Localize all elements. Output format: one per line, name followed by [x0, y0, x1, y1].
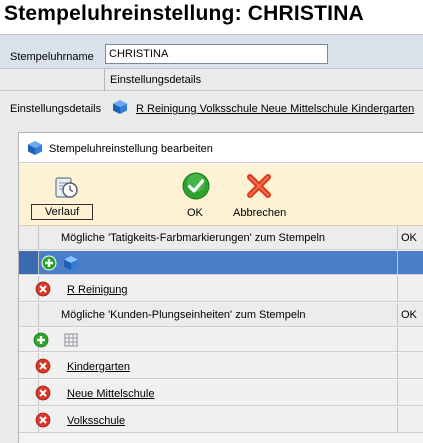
settings-header-label: Einstellungsdetails: [110, 74, 202, 86]
settings-label: Einstellungsdetails: [10, 103, 102, 115]
section-header: Mögliche 'Tatigkeits-Farbmarkierungen' z…: [61, 232, 326, 244]
ok-column-header: OK: [401, 309, 417, 321]
delete-icon[interactable]: [35, 385, 51, 401]
dialog-title: Stempeluhreinstellung bearbeiten: [49, 143, 213, 155]
list-item: Neue Mittelschule: [19, 380, 423, 406]
name-row: Stempeluhrname CHRISTINA: [0, 35, 423, 69]
dialog-toolbar: Verlauf OK Abbrechen: [19, 164, 423, 226]
settings-header-row: Einstellungsdetails: [0, 69, 423, 91]
history-icon: [55, 177, 78, 198]
grid-header: Mögliche 'Kunden-Plungseinheiten' zum St…: [19, 303, 423, 327]
cube-icon: [64, 256, 78, 270]
name-input[interactable]: CHRISTINA: [105, 44, 328, 64]
history-label: Verlauf: [31, 204, 93, 220]
plus-icon[interactable]: [41, 255, 57, 271]
settings-row: Einstellungsdetails R Reinigung Volkssch…: [0, 93, 423, 123]
plus-icon[interactable]: [33, 332, 49, 348]
check-icon: [182, 172, 210, 200]
list-item: Kindergarten: [19, 353, 423, 379]
item-link[interactable]: Kindergarten: [67, 361, 130, 373]
delete-icon[interactable]: [35, 281, 51, 297]
section-header: Mögliche 'Kunden-Plungseinheiten' zum St…: [61, 309, 306, 321]
column-divider: [104, 69, 105, 91]
item-link[interactable]: R Reinigung: [67, 284, 128, 296]
add-row[interactable]: [19, 328, 423, 352]
name-label: Stempeluhrname: [10, 51, 94, 63]
cancel-label: Abbrechen: [233, 207, 287, 219]
page-title: Stempeluhreinstellung: CHRISTINA: [4, 2, 364, 25]
main-panel: Stempeluhrname CHRISTINA Einstellungsdet…: [0, 34, 423, 443]
cancel-button[interactable]: Abbrechen: [229, 172, 289, 222]
add-row[interactable]: [19, 251, 423, 275]
grid-icon: [64, 333, 78, 347]
delete-icon[interactable]: [35, 358, 51, 374]
list-item: Volksschule: [19, 407, 423, 433]
cube-icon: [28, 141, 42, 155]
ok-column-header: OK: [401, 232, 417, 244]
list-item: R Reinigung: [19, 276, 423, 302]
ok-button[interactable]: OK: [177, 172, 217, 222]
settings-value-link[interactable]: R Reinigung Volksschule Neue Mittelschul…: [136, 103, 414, 115]
dialog-titlebar: Stempeluhreinstellung bearbeiten: [19, 133, 423, 163]
ok-label: OK: [187, 207, 203, 219]
cube-icon: [113, 100, 127, 114]
item-link[interactable]: Volksschule: [67, 415, 125, 427]
edit-dialog: Stempeluhreinstellung bearbeiten Verlauf: [18, 132, 423, 443]
grid-header: Mögliche 'Tatigkeits-Farbmarkierungen' z…: [19, 226, 423, 250]
history-button[interactable]: Verlauf: [31, 172, 95, 222]
x-icon: [247, 174, 271, 198]
item-link[interactable]: Neue Mittelschule: [67, 388, 154, 400]
delete-icon[interactable]: [35, 412, 51, 428]
